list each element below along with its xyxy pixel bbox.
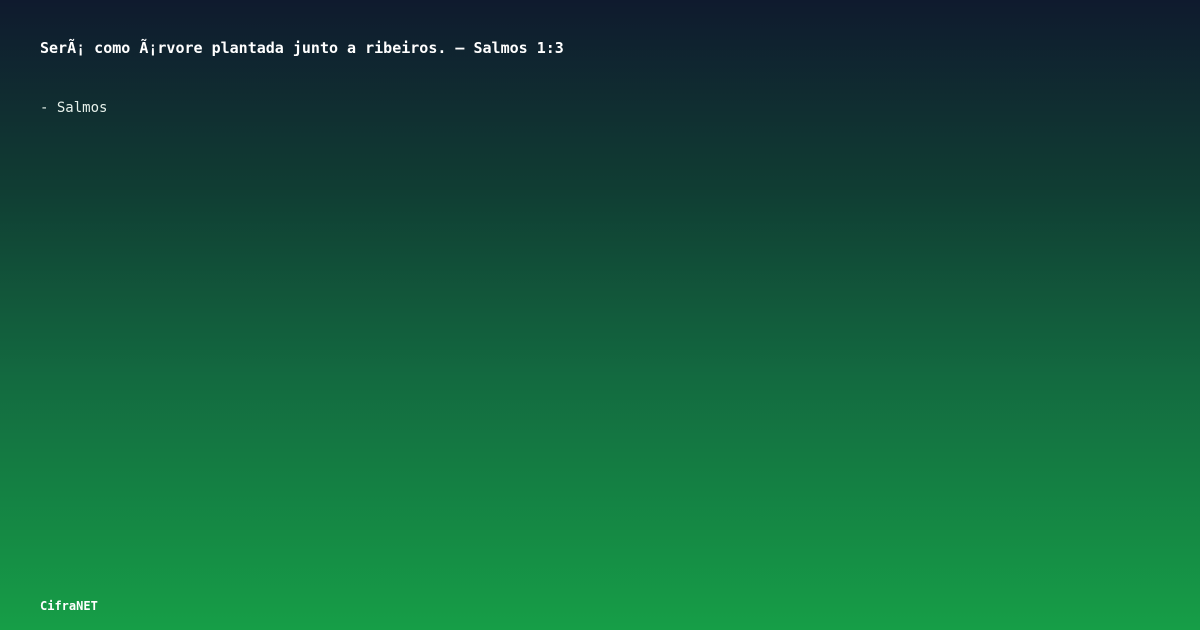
quote-text: SerÃ¡ como Ã¡rvore plantada junto a ribe…	[40, 39, 564, 57]
quote-attribution: - Salmos	[40, 100, 108, 116]
brand-name: CifraNET	[40, 599, 98, 613]
